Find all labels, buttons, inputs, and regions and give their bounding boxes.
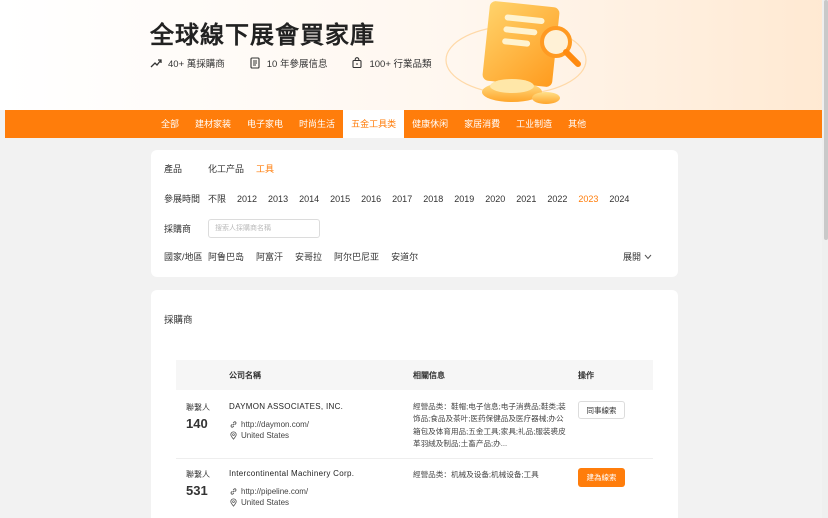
page-scrollbar[interactable] <box>822 0 828 518</box>
expand-regions-button[interactable]: 展開 <box>623 250 652 263</box>
buyer-list-panel: 採購商 公司名稱 相關信息 操作 聯繫人 140 DAYMON ASSOCIAT… <box>151 290 678 518</box>
year-option-2023[interactable]: 2023 <box>578 194 598 204</box>
column-action: 操作 <box>578 371 594 380</box>
hero-stats: 40+ 萬採購商 10 年參展信息 100+ 行業品類 <box>150 56 432 70</box>
document-icon <box>250 57 260 69</box>
stat-categories-label: 100+ 行業品類 <box>369 59 432 70</box>
stat-buyers-label: 40+ 萬採購商 <box>168 59 225 70</box>
year-option-2014[interactable]: 2014 <box>299 194 319 204</box>
filter-row-product: 產品 化工产品 工具 <box>164 162 286 175</box>
year-option-2015[interactable]: 2015 <box>330 194 350 204</box>
filter-option-tools[interactable]: 工具 <box>256 162 274 175</box>
stat-years: 10 年參展信息 <box>249 56 328 70</box>
tab-all[interactable]: 全部 <box>153 110 187 138</box>
location-pin-icon <box>230 431 237 440</box>
company-cell: DAYMON ASSOCIATES, INC. http://daymon.co… <box>229 402 343 440</box>
contacts-cell: 聯繫人 531 <box>186 469 210 498</box>
scrollbar-thumb[interactable] <box>824 0 828 240</box>
action-cell: 建為線索 <box>578 468 625 487</box>
link-icon <box>230 488 237 495</box>
region-option-andorra[interactable]: 安道尔 <box>391 250 418 263</box>
table-row: 聯繫人 531 Intercontinental Machinery Corp.… <box>176 459 653 518</box>
contacts-label: 聯繫人 <box>186 403 210 412</box>
contacts-count: 140 <box>186 416 208 431</box>
contacts-count: 531 <box>186 483 208 498</box>
expand-label: 展開 <box>622 252 641 262</box>
year-option-2024[interactable]: 2024 <box>609 194 629 204</box>
year-option-2012[interactable]: 2012 <box>237 194 257 204</box>
tab-home-consumer[interactable]: 家居消費 <box>456 110 508 138</box>
list-title: 採購商 <box>164 315 193 326</box>
company-url: http://daymon.com/ <box>241 420 310 429</box>
region-option-albania[interactable]: 阿尔巴尼亚 <box>334 250 379 263</box>
colleague-lead-button[interactable]: 同事線索 <box>578 401 625 419</box>
chevron-down-icon <box>644 254 652 259</box>
tab-other[interactable]: 其他 <box>560 110 594 138</box>
filter-label-buyer: 採購商 <box>164 224 192 234</box>
year-option-2021[interactable]: 2021 <box>516 194 536 204</box>
table-row: 聯繫人 140 DAYMON ASSOCIATES, INC. http://d… <box>176 390 653 459</box>
company-country: United States <box>241 498 290 507</box>
trend-up-icon <box>150 59 162 68</box>
filter-panel: 產品 化工产品 工具 參展時間 不限 2012 2013 2014 2015 2… <box>151 150 678 277</box>
filter-label-region: 國家/地區 <box>164 252 203 262</box>
company-website[interactable]: http://daymon.com/ <box>229 420 343 429</box>
link-icon <box>230 421 237 428</box>
company-website[interactable]: http://pipeline.com/ <box>229 487 354 496</box>
related-info: 經營品类：机械及设备;机械设备;工具 <box>413 470 539 479</box>
page-title: 全球線下展會買家庫 <box>150 21 375 49</box>
company-name[interactable]: DAYMON ASSOCIATES, INC. <box>229 402 343 411</box>
column-company: 公司名稱 <box>229 371 261 380</box>
hero-illustration <box>445 1 587 104</box>
related-info: 經營品类：鞋帽;电子信息;电子消费品;鞋类;装饰品;食品及茶叶;医药保健品及医疗… <box>413 402 566 449</box>
category-nav: 全部 建材家装 电子家电 时尚生活 五金工具类 健康休闲 家居消費 工业制造 其… <box>5 110 823 138</box>
tab-hardware-tools[interactable]: 五金工具类 <box>343 110 405 138</box>
region-option-aruba[interactable]: 阿鲁巴岛 <box>208 250 244 263</box>
tab-electronics[interactable]: 电子家电 <box>239 110 291 138</box>
stat-years-label: 10 年參展信息 <box>266 59 328 70</box>
year-option-2017[interactable]: 2017 <box>392 194 412 204</box>
year-option-2019[interactable]: 2019 <box>454 194 474 204</box>
filter-label-time: 參展時間 <box>164 194 201 204</box>
action-cell: 同事線索 <box>578 401 625 419</box>
filter-label-product: 產品 <box>164 164 183 174</box>
company-country: United States <box>241 431 290 440</box>
filter-option-chemical[interactable]: 化工产品 <box>208 162 244 175</box>
create-lead-button[interactable]: 建為線索 <box>578 468 625 487</box>
filter-row-time: 參展時間 不限 2012 2013 2014 2015 2016 2017 20… <box>164 192 640 205</box>
buyer-search-input[interactable] <box>208 219 320 238</box>
bag-icon <box>352 57 363 69</box>
stat-buyers: 40+ 萬採購商 <box>150 56 225 70</box>
filter-row-region: 國家/地區 阿鲁巴岛 阿富汗 安哥拉 阿尔巴尼亚 安道尔 <box>164 250 430 263</box>
tab-building-materials[interactable]: 建材家装 <box>187 110 239 138</box>
year-option-any[interactable]: 不限 <box>208 192 226 205</box>
tab-industrial[interactable]: 工业制造 <box>508 110 560 138</box>
region-option-angola[interactable]: 安哥拉 <box>295 250 322 263</box>
hero-banner: 全球線下展會買家庫 40+ 萬採購商 10 年參展信息 100+ 行業品類 <box>0 0 828 110</box>
column-info: 相關信息 <box>413 371 445 380</box>
tab-health-leisure[interactable]: 健康休闲 <box>404 110 456 138</box>
year-option-2016[interactable]: 2016 <box>361 194 381 204</box>
region-option-afghanistan[interactable]: 阿富汗 <box>256 250 283 263</box>
year-option-2022[interactable]: 2022 <box>547 194 567 204</box>
contacts-cell: 聯繫人 140 <box>186 402 210 431</box>
filter-row-buyer: 採購商 <box>164 219 320 238</box>
year-option-2020[interactable]: 2020 <box>485 194 505 204</box>
location-pin-icon <box>230 498 237 507</box>
contacts-label: 聯繫人 <box>186 470 210 479</box>
company-cell: Intercontinental Machinery Corp. http://… <box>229 469 354 507</box>
company-url: http://pipeline.com/ <box>241 487 309 496</box>
year-option-2018[interactable]: 2018 <box>423 194 443 204</box>
table-header: 公司名稱 相關信息 操作 <box>176 360 653 390</box>
company-location: United States <box>229 498 354 507</box>
stat-categories: 100+ 行業品類 <box>351 56 432 70</box>
tab-fashion-life[interactable]: 时尚生活 <box>291 110 343 138</box>
company-name[interactable]: Intercontinental Machinery Corp. <box>229 469 354 478</box>
year-option-2013[interactable]: 2013 <box>268 194 288 204</box>
company-location: United States <box>229 431 343 440</box>
